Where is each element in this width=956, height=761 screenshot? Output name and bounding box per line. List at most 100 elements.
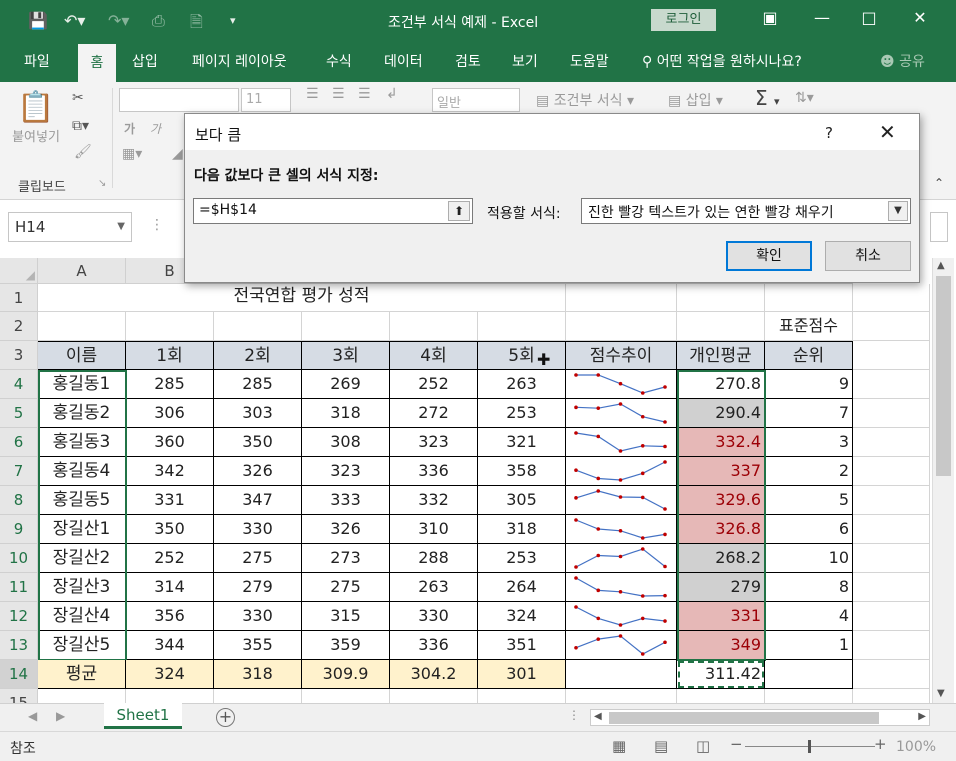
score-cell[interactable]: 272	[390, 399, 478, 428]
score-cell[interactable]: 323	[302, 457, 390, 486]
name-cell[interactable]: 홍길동3	[38, 428, 126, 457]
row-header[interactable]: 5	[0, 399, 38, 428]
sparkline-cell[interactable]	[566, 428, 677, 457]
table-header[interactable]: 5회	[478, 341, 566, 370]
redo-icon[interactable]: ↷▾	[108, 11, 129, 30]
share-button[interactable]: ☻ 공유	[878, 42, 927, 82]
sheet-next-icon[interactable]: ▶	[56, 709, 65, 723]
avg-cell[interactable]: 337	[677, 457, 765, 486]
threshold-input[interactable]: =$H$14 ⬆	[193, 198, 473, 224]
avg-cell[interactable]: 349	[677, 631, 765, 660]
average-cell[interactable]: 309.9	[302, 660, 390, 689]
bold-icon[interactable]: 가	[124, 120, 135, 137]
ribbon-display-icon[interactable]: ▣	[760, 8, 780, 32]
avg-cell[interactable]: 326.8	[677, 515, 765, 544]
score-cell[interactable]: 288	[390, 544, 478, 573]
name-cell[interactable]: 홍길동5	[38, 486, 126, 515]
tab-data[interactable]: 데이터	[382, 42, 425, 82]
cell[interactable]	[566, 689, 677, 703]
score-cell[interactable]: 336	[390, 631, 478, 660]
cell[interactable]	[566, 312, 677, 341]
avg-cell[interactable]: 268.2	[677, 544, 765, 573]
zoom-in-icon[interactable]: +	[874, 735, 887, 753]
tab-home[interactable]: 홈	[78, 42, 116, 82]
align-bottom-icon[interactable]: ☰	[358, 86, 371, 102]
row-header[interactable]: 14	[0, 660, 38, 689]
sparkline-cell[interactable]	[566, 515, 677, 544]
row-header[interactable]: 3	[0, 341, 38, 370]
score-cell[interactable]: 330	[214, 602, 302, 631]
horizontal-scrollbar[interactable]: ◀ ▶	[590, 709, 930, 726]
tab-review[interactable]: 검토	[453, 42, 483, 82]
number-format-box[interactable]: 일반	[432, 88, 520, 112]
score-cell[interactable]: 285	[126, 370, 214, 399]
score-cell[interactable]: 330	[214, 515, 302, 544]
border-icon[interactable]: ▦▾	[122, 146, 142, 162]
row-header[interactable]: 10	[0, 544, 38, 573]
scroll-left-icon[interactable]: ◀	[594, 711, 602, 722]
cell[interactable]	[390, 312, 478, 341]
cell[interactable]	[853, 515, 930, 544]
score-cell[interactable]: 253	[478, 399, 566, 428]
name-cell[interactable]: 홍길동2	[38, 399, 126, 428]
score-cell[interactable]: 321	[478, 428, 566, 457]
cell[interactable]	[853, 399, 930, 428]
sheet-tab-sheet1[interactable]: Sheet1	[104, 703, 182, 729]
cell[interactable]	[478, 312, 566, 341]
insert-cells-button[interactable]: ▤ 삽입 ▾	[668, 90, 723, 110]
score-cell[interactable]: 326	[302, 515, 390, 544]
row-header[interactable]: 8	[0, 486, 38, 515]
name-cell[interactable]: 홍길동4	[38, 457, 126, 486]
score-cell[interactable]: 323	[390, 428, 478, 457]
vertical-scrollbar[interactable]: ▲ ▼	[932, 258, 954, 703]
table-header[interactable]: 점수추이	[566, 341, 677, 370]
table-header[interactable]: 3회	[302, 341, 390, 370]
name-cell[interactable]: 장길산1	[38, 515, 126, 544]
cell[interactable]	[38, 312, 126, 341]
sparkline-cell[interactable]	[566, 544, 677, 573]
score-cell[interactable]: 331	[126, 486, 214, 515]
sparkline-cell[interactable]	[566, 486, 677, 515]
help-icon[interactable]: ?	[825, 124, 833, 142]
italic-icon[interactable]: 가	[150, 120, 161, 137]
score-cell[interactable]: 273	[302, 544, 390, 573]
score-cell[interactable]: 350	[214, 428, 302, 457]
column-header[interactable]: A	[38, 258, 126, 284]
cell[interactable]	[853, 312, 930, 341]
print-preview-icon[interactable]: ⎙	[152, 11, 165, 31]
paste-button[interactable]: 📋 붙여넣기	[10, 90, 62, 145]
cell[interactable]	[853, 544, 930, 573]
expand-formula-bar-button[interactable]	[930, 212, 948, 242]
rank-cell[interactable]: 10	[765, 544, 853, 573]
cell[interactable]	[853, 602, 930, 631]
score-cell[interactable]: 342	[126, 457, 214, 486]
score-cell[interactable]: 351	[478, 631, 566, 660]
align-top-icon[interactable]: ☰	[306, 86, 319, 102]
tab-view[interactable]: 보기	[510, 42, 540, 82]
avg-cell[interactable]: 329.6	[677, 486, 765, 515]
wrap-text-icon[interactable]: ↲	[386, 86, 398, 102]
score-cell[interactable]: 333	[302, 486, 390, 515]
rank-cell[interactable]: 5	[765, 486, 853, 515]
sort-filter-icon[interactable]: ⇅▾	[795, 90, 814, 106]
formula-bar-splitter-icon[interactable]: ⋮	[150, 217, 164, 233]
tab-formulas[interactable]: 수식	[324, 42, 354, 82]
format-painter-icon[interactable]: 🖌	[74, 144, 92, 160]
rank-cell[interactable]: 3	[765, 428, 853, 457]
ok-button[interactable]: 확인	[726, 241, 812, 271]
cell[interactable]	[765, 689, 853, 703]
scroll-up-icon[interactable]: ▲	[937, 260, 945, 271]
sparkline-cell[interactable]	[566, 370, 677, 399]
fill-color-icon[interactable]: ◢	[172, 146, 183, 162]
row-header[interactable]: 13	[0, 631, 38, 660]
page-layout-view-icon[interactable]: ▤	[654, 737, 668, 755]
score-cell[interactable]: 303	[214, 399, 302, 428]
score-cell[interactable]: 324	[478, 602, 566, 631]
score-cell[interactable]: 275	[302, 573, 390, 602]
font-size-box[interactable]: 11	[241, 88, 291, 112]
name-cell[interactable]: 장길산4	[38, 602, 126, 631]
align-middle-icon[interactable]: ☰	[332, 86, 345, 102]
cell[interactable]	[853, 370, 930, 399]
tab-page-layout[interactable]: 페이지 레이아웃	[190, 42, 289, 82]
h-scroll-thumb[interactable]	[609, 712, 879, 724]
